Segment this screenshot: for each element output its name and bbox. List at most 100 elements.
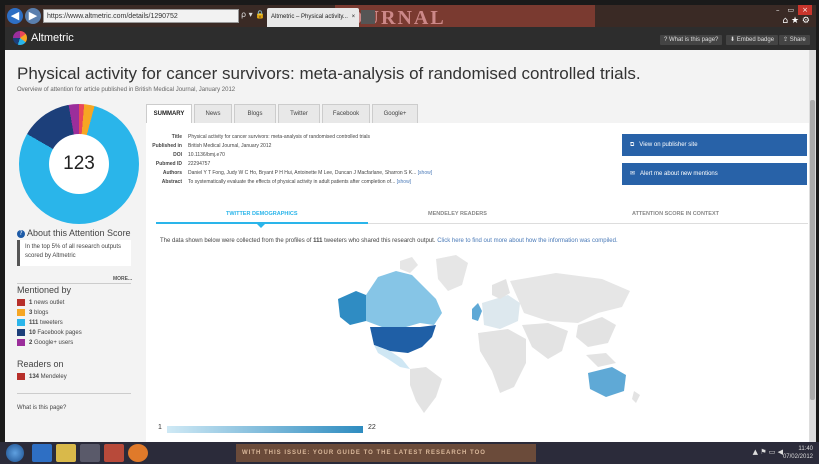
- reader-label: Mendeley: [39, 374, 67, 381]
- about-score-label: About this Attention Score: [27, 228, 131, 238]
- scrollbar-thumb[interactable]: [810, 100, 815, 400]
- tab-news[interactable]: News: [194, 104, 232, 123]
- tab-google-plus[interactable]: Google+: [372, 104, 418, 123]
- metadata-key: DOI: [173, 152, 182, 158]
- chrome-taskbar-icon[interactable]: [128, 444, 148, 462]
- metadata-row-pubmed: Pubmed ID 22294757: [146, 160, 606, 169]
- metadata-key: Title: [171, 134, 182, 140]
- note-text: tweeters who shared this research output…: [324, 238, 436, 244]
- mention-item[interactable]: 2 Google+ users: [17, 339, 73, 347]
- media-taskbar-icon[interactable]: [80, 444, 100, 462]
- authors-text: Daniel Y T Fong, Judy W C Ho, Bryant P H…: [188, 170, 417, 176]
- divider: [17, 393, 131, 394]
- close-tab-icon[interactable]: ×: [352, 14, 356, 20]
- summary-panel: Title Physical activity for cancer surviv…: [146, 123, 809, 442]
- mention-count: 10: [29, 330, 36, 337]
- source-color-swatch: [17, 309, 25, 316]
- metadata-key: Abstract: [161, 179, 182, 185]
- address-bar[interactable]: https://www.altmetric.com/details/129075…: [43, 9, 239, 23]
- forward-arrow-icon[interactable]: ▶: [25, 8, 41, 24]
- show-authors-link[interactable]: [show]: [418, 170, 432, 176]
- attention-score-value: 123: [49, 134, 109, 194]
- embed-badge-button[interactable]: ⬇ Embed badge: [726, 35, 779, 45]
- alert-me-label: Alert me about new mentions: [640, 171, 718, 177]
- tab-mendeley-readers[interactable]: MENDELEY READERS: [428, 211, 487, 217]
- tab-blogs[interactable]: Blogs: [234, 104, 276, 123]
- note-text: The data shown below were collected from…: [160, 238, 312, 244]
- view-on-publisher-label: View on publisher site: [639, 142, 698, 148]
- demographics-note: The data shown below were collected from…: [160, 238, 618, 244]
- doi-link[interactable]: 10.1136/bmj.e70: [188, 151, 478, 160]
- home-favorites-settings-icons[interactable]: ⌂ ★ ⚙: [782, 16, 810, 26]
- about-score-heading[interactable]: ? About this Attention Score: [17, 228, 131, 238]
- find-out-more-link[interactable]: Click here to find out more about how th…: [437, 238, 617, 244]
- score-context-box: In the top 5% of all research outputs sc…: [17, 240, 131, 266]
- mention-item[interactable]: 10 Facebook pages: [17, 329, 82, 337]
- mention-label: blogs: [32, 310, 49, 317]
- readers-heading: Readers on: [17, 359, 64, 369]
- source-color-swatch: [17, 339, 25, 346]
- attention-score-donut[interactable]: 123: [19, 104, 139, 224]
- clock-time: 11:40: [798, 446, 813, 452]
- mention-label: Facebook pages: [35, 330, 82, 337]
- back-arrow-icon[interactable]: ◀: [7, 8, 23, 24]
- minimize-button[interactable]: –: [772, 5, 784, 15]
- start-button[interactable]: [6, 444, 24, 462]
- tweeter-count: 111: [313, 238, 323, 244]
- altmetric-logo-text[interactable]: Altmetric: [31, 32, 74, 44]
- altmetric-header: Altmetric ? What is this page? ⬇ Embed b…: [5, 27, 816, 50]
- mention-label: news outlet: [32, 300, 65, 307]
- reader-count: 134: [29, 374, 40, 381]
- source-color-swatch: [17, 319, 25, 326]
- what-is-this-page-button[interactable]: ? What is this page?: [660, 35, 723, 45]
- divider: [17, 283, 131, 284]
- show-abstract-link[interactable]: [show]: [397, 179, 411, 185]
- metadata-row-title: Title Physical activity for cancer surviv…: [146, 133, 606, 142]
- metadata-value: To systematically evaluate the effects o…: [188, 178, 508, 187]
- more-link[interactable]: MORE...: [113, 276, 132, 282]
- metadata-row-doi: DOI 10.1136/bmj.e70: [146, 151, 606, 160]
- legend-gradient: [167, 426, 363, 433]
- world-map[interactable]: [286, 251, 646, 421]
- tab-twitter-demographics[interactable]: TWITTER DEMOGRAPHICS: [226, 211, 298, 217]
- tab-facebook[interactable]: Facebook: [322, 104, 370, 123]
- altmetric-logo-icon[interactable]: [13, 31, 27, 45]
- clock[interactable]: 11:40 07/02/2012: [783, 445, 813, 461]
- screen: JOURNAL ◀ ▶ https://www.altmetric.com/de…: [5, 5, 816, 442]
- windows-taskbar: WITH THIS ISSUE: YOUR GUIDE TO THE LATES…: [0, 442, 819, 464]
- tab-summary[interactable]: SUMMARY: [146, 104, 192, 123]
- close-window-button[interactable]: ×: [798, 5, 812, 15]
- scrollbar[interactable]: [809, 50, 816, 442]
- page: Physical activity for cancer survivors: …: [5, 50, 816, 442]
- tab-twitter[interactable]: Twitter: [278, 104, 320, 123]
- ie-taskbar-icon[interactable]: [32, 444, 52, 462]
- app-taskbar-icon[interactable]: [104, 444, 124, 462]
- legend-min: 1: [158, 424, 162, 431]
- tab-attention-score-context[interactable]: ATTENTION SCORE IN CONTEXT: [632, 211, 719, 217]
- share-button[interactable]: ⇪ Share: [779, 35, 810, 45]
- window-controls: – ▭ ×: [772, 5, 812, 15]
- external-link-icon: ⧉: [630, 142, 635, 148]
- pubmed-link[interactable]: 22294757: [188, 160, 478, 169]
- new-tab-button[interactable]: [361, 10, 375, 24]
- mention-item[interactable]: 3 blogs: [17, 309, 48, 317]
- clock-date: 07/02/2012: [782, 454, 813, 460]
- metadata-row-published: Published in British Medical Journal, Jan…: [146, 142, 606, 151]
- system-tray[interactable]: ▲ ⚑ ▭ ◀: [753, 448, 783, 456]
- maximize-button[interactable]: ▭: [784, 5, 799, 15]
- view-on-publisher-button[interactable]: ⧉ View on publisher site: [622, 134, 807, 156]
- browser-tab-title: Altmetric – Physical activity...: [271, 14, 348, 20]
- mention-item[interactable]: 111 tweeters: [17, 319, 63, 327]
- metadata-row-abstract: Abstract To systematically evaluate the e…: [146, 178, 606, 187]
- reader-item[interactable]: 134 Mendeley: [17, 373, 67, 381]
- browser-tab[interactable]: Altmetric – Physical activity... ×: [267, 8, 359, 27]
- what-is-this-page-link[interactable]: What is this page?: [17, 405, 66, 411]
- alert-me-button[interactable]: ✉ Alert me about new mentions: [622, 163, 807, 185]
- info-icon: ?: [17, 229, 25, 238]
- metadata-value: Physical activity for cancer survivors: …: [188, 134, 371, 140]
- explorer-taskbar-icon[interactable]: [56, 444, 76, 462]
- mention-count: 111: [29, 320, 39, 327]
- metadata-key: Published in: [152, 143, 182, 149]
- page-subtitle: Overview of attention for article publis…: [17, 87, 236, 93]
- mention-item[interactable]: 1 news outlet: [17, 299, 64, 307]
